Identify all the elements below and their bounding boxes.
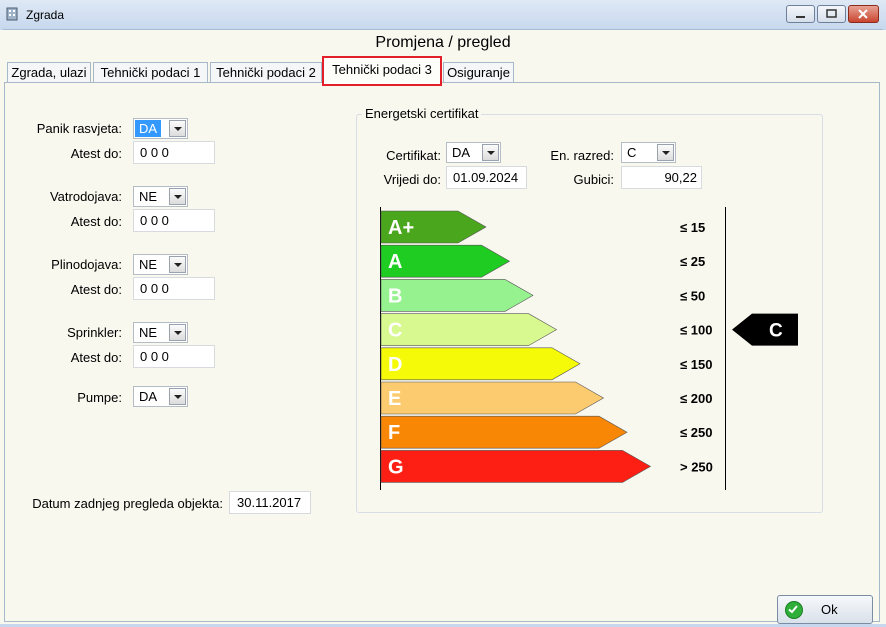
energy-class-limit: ≤ 150 (680, 357, 712, 372)
energy-class-label: E (388, 388, 401, 410)
sprinkler-combo[interactable]: NE (133, 322, 188, 343)
title-bar: Zgrada (0, 0, 886, 30)
maximize-icon (826, 9, 837, 18)
energy-bar-d (380, 347, 581, 381)
window-title: Zgrada (26, 8, 65, 22)
energy-bar-b (380, 279, 534, 312)
datum-pregleda-label: Datum zadnjeg pregleda objekta: (32, 496, 223, 511)
energy-class-limit: ≤ 250 (680, 425, 712, 440)
energy-class-label: C (388, 320, 402, 342)
form-title: Promjena / pregled (375, 34, 511, 51)
chevron-down-icon[interactable] (169, 188, 186, 205)
building-icon (6, 7, 18, 21)
ok-label: Ok (821, 602, 838, 617)
en-razred-combo[interactable]: C (621, 142, 676, 163)
energy-bar-e (380, 381, 605, 415)
certifikat-value: DA (452, 145, 471, 160)
sprinkler-atest-label: Atest do: (70, 350, 122, 365)
panik-rasvjeta-value: DA (135, 120, 162, 137)
vrijedi-do-label: Vrijedi do: (383, 172, 441, 187)
tab-tehnicki-podaci-2[interactable]: Tehnički podaci 2 (210, 62, 322, 82)
plinodojava-atest-label: Atest do: (70, 282, 122, 297)
energy-class-limit: ≤ 50 (680, 288, 705, 303)
vatrodojava-atest-field[interactable]: 0 0 0 (133, 209, 215, 232)
maximize-button[interactable] (817, 5, 846, 23)
tab-osiguranje[interactable]: Osiguranje (443, 62, 514, 82)
sprinkler-value: NE (139, 325, 158, 340)
energy-class-limit: ≤ 15 (680, 220, 705, 235)
chevron-down-icon[interactable] (482, 144, 499, 161)
sprinkler-atest-field[interactable]: 0 0 0 (133, 345, 215, 368)
energy-class-label: D (388, 354, 402, 376)
energy-class-label: A (388, 251, 402, 273)
vatrodojava-value: NE (139, 189, 158, 204)
chevron-down-icon[interactable] (169, 324, 186, 341)
pumpe-combo[interactable]: DA (133, 386, 188, 407)
energy-bar-f (380, 415, 628, 449)
en-razred-value: C (627, 145, 637, 160)
energy-class-label: A+ (388, 217, 414, 239)
chevron-down-icon[interactable] (169, 388, 186, 405)
panik-atest-label: Atest do: (70, 146, 122, 161)
en-razred-label: En. razred: (550, 148, 614, 163)
chevron-down-icon[interactable] (657, 144, 674, 161)
chevron-down-icon[interactable] (169, 256, 186, 273)
vatrodojava-atest-label: Atest do: (70, 214, 122, 229)
panik-rasvjeta-label: Panik rasvjeta: (36, 121, 122, 136)
energy-class-scale: A+ ≤ 15 A ≤ 25 B ≤ 50 C ≤ 100 D ≤ 150 E ≤ 200 F ≤ 250… (380, 210, 798, 483)
gubici-label: Gubici: (573, 172, 614, 187)
energy-class-label: G (388, 456, 404, 478)
vatrodojava-label: Vatrodojava: (49, 189, 122, 204)
certifikat-combo[interactable]: DA (446, 142, 501, 163)
energy-class-label: B (388, 285, 402, 307)
pumpe-value: DA (139, 389, 158, 404)
plinodojava-value: NE (139, 257, 158, 272)
certifikat-label: Certifikat: (386, 148, 441, 163)
energetski-certifikat-title: Energetski certifikat (362, 106, 482, 121)
energy-class-limit: ≤ 25 (680, 254, 705, 269)
current-class-indicator (732, 313, 798, 346)
checkmark-icon (785, 601, 803, 619)
close-icon (858, 9, 868, 19)
ok-button[interactable]: Ok (777, 595, 873, 624)
plinodojava-atest-field[interactable]: 0 0 0 (133, 277, 215, 300)
close-button[interactable] (848, 5, 879, 23)
tab-tehnicki-podaci-1[interactable]: Tehnički podaci 1 (93, 62, 208, 82)
minimize-button[interactable] (786, 5, 815, 23)
plinodojava-label: Plinodojava: (51, 257, 122, 272)
vrijedi-do-field[interactable]: 01.09.2024 (446, 166, 527, 189)
energy-bar-g (380, 450, 652, 483)
energy-class-limit: ≤ 200 (680, 391, 712, 406)
chevron-down-icon[interactable] (169, 120, 186, 137)
energy-class-label: F (388, 422, 400, 444)
datum-pregleda-field[interactable]: 30.11.2017 (229, 491, 311, 514)
vatrodojava-combo[interactable]: NE (133, 186, 188, 207)
gubici-field[interactable]: 90,22 (621, 166, 702, 189)
sprinkler-label: Sprinkler: (67, 325, 122, 340)
energy-class-limit: > 250 (680, 459, 713, 474)
minimize-icon (796, 16, 805, 18)
energy-class-limit: ≤ 100 (680, 323, 712, 338)
plinodojava-combo[interactable]: NE (133, 254, 188, 275)
panik-atest-field[interactable]: 0 0 0 (133, 141, 215, 164)
energy-bar-c (380, 313, 558, 346)
pumpe-label: Pumpe: (77, 390, 122, 405)
tab-tehnicki-podaci-3[interactable]: Tehnički podaci 3 (322, 56, 442, 86)
panik-rasvjeta-combo[interactable]: DA (133, 118, 188, 139)
current-class-label: C (769, 321, 783, 342)
tab-zgrada-ulazi[interactable]: Zgrada, ulazi (7, 62, 91, 82)
